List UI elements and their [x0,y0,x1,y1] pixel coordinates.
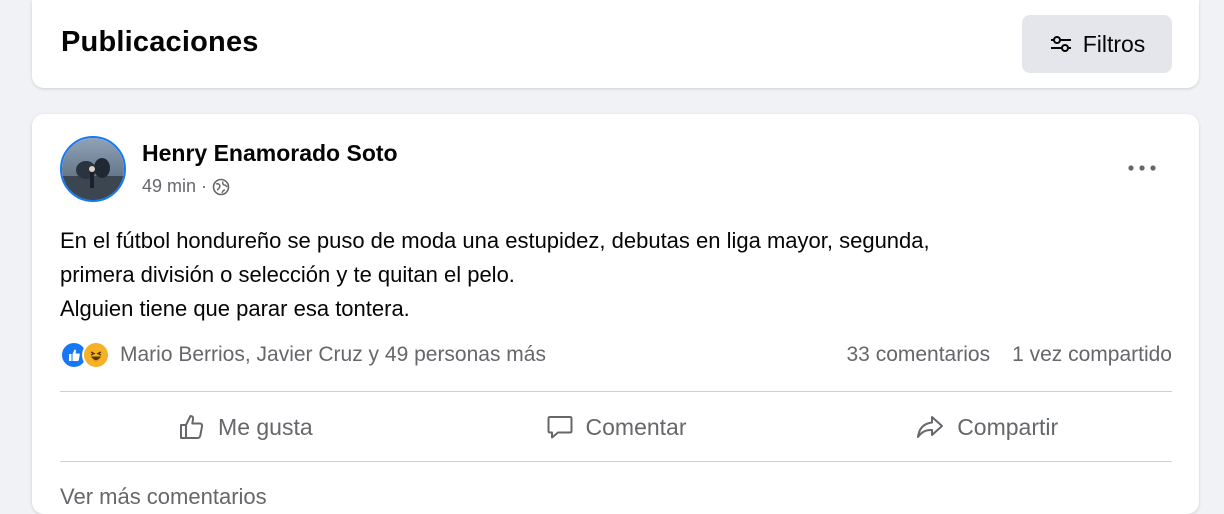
like-label: Me gusta [218,413,313,440]
see-more-comments-link[interactable]: Ver más comentarios [60,484,267,510]
share-icon [917,416,944,438]
meta-separator: · [201,176,208,196]
divider [60,461,1172,462]
reaction-counts: 33 comentarios 1 vez compartido [847,343,1173,367]
filters-label: Filtros [1082,30,1146,57]
post-text-line: En el fútbol hondureño se puso de moda u… [60,228,930,253]
globe-icon [212,178,230,195]
post-actions: Me gusta Comentar Compartir [60,392,1172,462]
post-meta: 49 min · [142,176,230,197]
more-options-button[interactable] [1124,150,1160,186]
shares-count[interactable]: 1 vez compartido [1012,343,1172,367]
page-title: Publicaciones [61,26,259,58]
share-button[interactable]: Compartir [801,392,1172,462]
comment-label: Comentar [585,413,687,440]
post-text-line: primera división o selección y te quitan… [60,262,515,287]
author-name[interactable]: Henry Enamorado Soto [142,140,398,167]
post-text-line: Alguien tiene que parar esa tontera. [60,296,410,321]
post-text: En el fútbol hondureño se puso de moda u… [60,224,1160,326]
avatar[interactable] [60,136,126,202]
avatar-image [62,138,124,200]
comment-icon [547,416,573,439]
post-time[interactable]: 49 min [142,176,196,197]
more-dots-icon [1128,165,1156,171]
reactions-row: Mario Berrios, Javier Cruz y 49 personas… [60,338,1172,372]
like-button[interactable]: Me gusta [60,392,431,462]
reaction-icons[interactable] [60,341,110,369]
comment-button[interactable]: Comentar [431,392,802,462]
reactions-summary[interactable]: Mario Berrios, Javier Cruz y 49 personas… [120,343,546,367]
posts-header-card: Publicaciones Filtros [32,0,1199,88]
thumbs-up-icon [180,415,204,439]
sliders-icon [1050,36,1071,52]
post-card: Henry Enamorado Soto 49 min · En el fútb… [32,114,1199,514]
share-label: Compartir [957,413,1059,440]
filters-button[interactable]: Filtros [1022,15,1172,73]
comments-count[interactable]: 33 comentarios [847,343,991,367]
haha-reaction-icon [82,341,110,369]
